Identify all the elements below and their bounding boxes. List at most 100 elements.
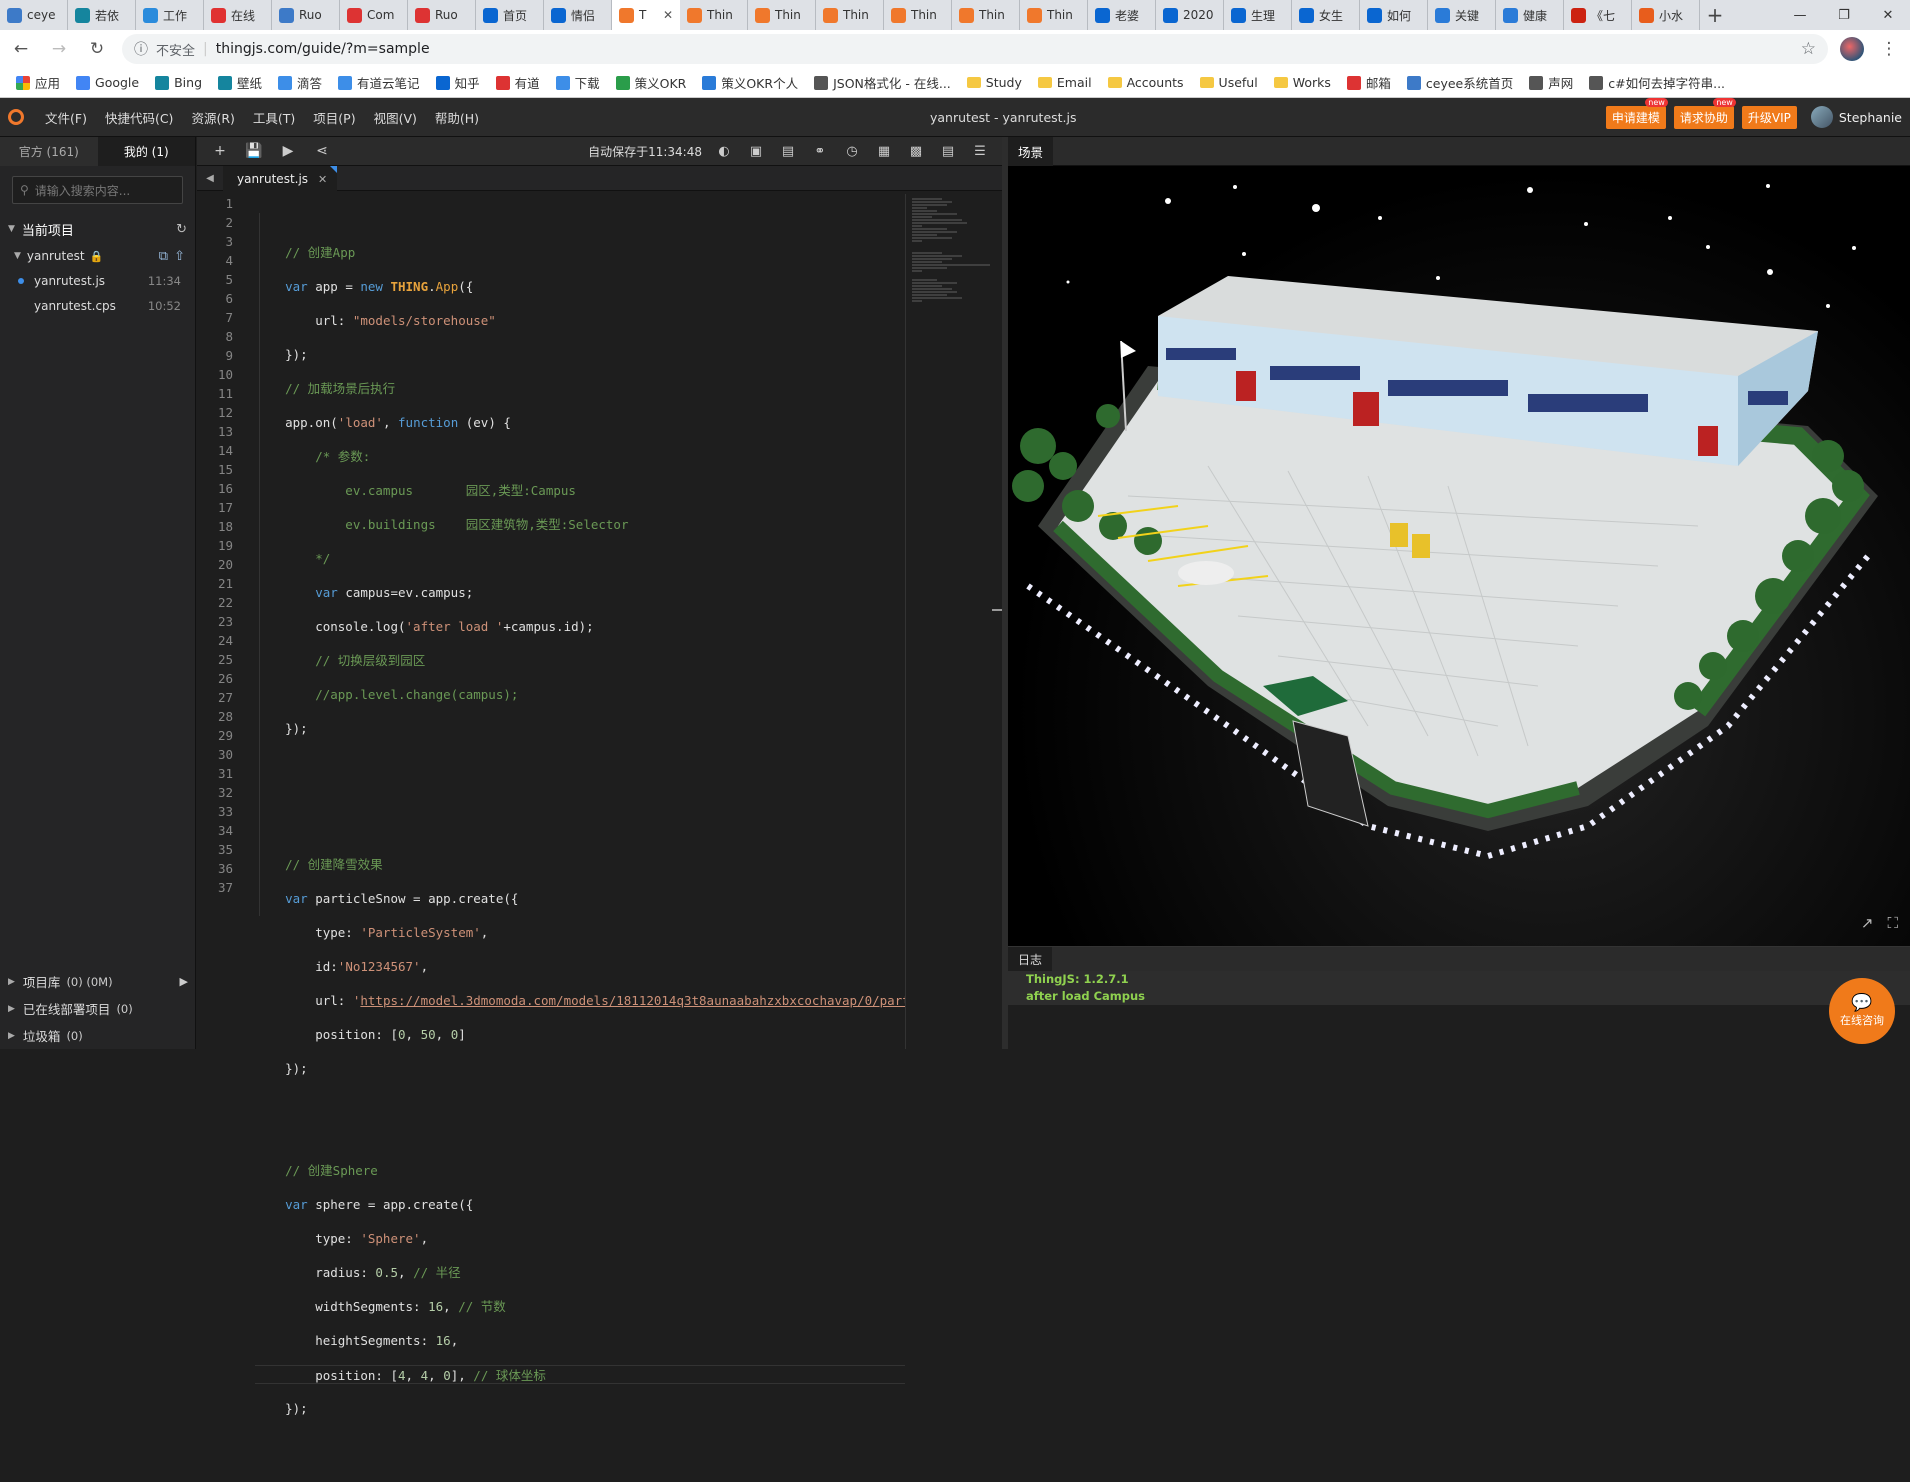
theme-toggle-icon[interactable]: ◐ — [708, 137, 740, 165]
bookmark-item[interactable]: 滴答 — [270, 70, 330, 96]
browser-tab[interactable]: 小水 — [1632, 0, 1700, 30]
bookmark-item[interactable]: 邮箱 — [1339, 70, 1399, 96]
info-icon[interactable]: ⓘ — [134, 39, 148, 59]
bookmark-item[interactable]: 下载 — [548, 70, 608, 96]
browser-tab[interactable]: Ruo — [272, 0, 340, 30]
save-icon[interactable]: 💾 — [237, 137, 271, 165]
browser-tab[interactable]: Ruo — [408, 0, 476, 30]
bookmark-item[interactable]: c#如何去掉字符串... — [1581, 70, 1733, 96]
browser-tab[interactable]: 如何 — [1360, 0, 1428, 30]
browser-tab[interactable]: Com — [340, 0, 408, 30]
upgrade-vip-button[interactable]: 升级VIP — [1741, 105, 1797, 129]
expand-arrow-icon[interactable]: ▶ — [180, 975, 188, 988]
browser-tab[interactable]: T ✕ — [612, 0, 680, 30]
document-icon[interactable]: ▤ — [932, 137, 964, 165]
browser-tab[interactable]: 女生 — [1292, 0, 1360, 30]
left-section-row[interactable]: ▶ 项目库 (0) (0M) ▶ — [0, 968, 196, 995]
browser-tab[interactable]: 《七 — [1564, 0, 1632, 30]
bookmark-item[interactable]: Google — [68, 70, 147, 96]
new-tab-button[interactable]: + — [1700, 0, 1730, 30]
browser-tab[interactable]: 老婆 — [1088, 0, 1156, 30]
bookmark-item[interactable]: JSON格式化 - 在线... — [806, 70, 959, 96]
browser-tab[interactable]: 关键 — [1428, 0, 1496, 30]
bookmark-item[interactable]: Study — [959, 70, 1030, 96]
url-text[interactable]: thingjs.com/guide/?m=sample — [216, 41, 430, 57]
refresh-icon[interactable]: ↻ — [176, 222, 187, 237]
omnibox[interactable]: ⓘ 不安全 | thingjs.com/guide/?m=sample ☆ — [122, 34, 1828, 64]
menu-item[interactable]: 工具(T) — [244, 108, 304, 127]
book-icon[interactable]: ▤ — [772, 137, 804, 165]
add-icon[interactable]: + — [203, 137, 237, 165]
bookmark-item[interactable]: 应用 — [8, 70, 68, 96]
browser-tab[interactable]: ceye — [0, 0, 68, 30]
restore-button[interactable]: ❐ — [1822, 0, 1866, 30]
browser-tab[interactable]: Thin — [748, 0, 816, 30]
user-menu[interactable]: Stephanie — [1810, 106, 1902, 128]
editor-scrollbar[interactable] — [992, 194, 1002, 1049]
bookmark-item[interactable]: 有道云笔记 — [330, 70, 428, 96]
menu-item[interactable]: 快捷代码(C) — [96, 108, 182, 127]
menu-item[interactable]: 视图(V) — [365, 108, 426, 127]
browser-tab[interactable]: 工作 — [136, 0, 204, 30]
browser-menu-icon[interactable]: ⋮ — [1876, 36, 1902, 62]
tab-mine[interactable]: 我的 (1) — [97, 137, 195, 166]
clock-icon[interactable]: ◷ — [836, 137, 868, 165]
file-row[interactable]: yanrutest.cps 10:52 — [0, 293, 195, 318]
bookmark-item[interactable]: Useful — [1192, 70, 1266, 96]
bookmark-item[interactable]: 壁纸 — [210, 70, 270, 96]
share-icon[interactable]: ⇧ — [174, 249, 185, 264]
bookmark-item[interactable]: 声网 — [1521, 70, 1581, 96]
code-area[interactable]: 1 2 3 4 5 6 7 8 9 10 11 12 13 14 15 16 17 18 19 20 21 22 23 2… — [197, 194, 905, 1416]
left-section-row[interactable]: ▶ 垃圾箱 (0) — [0, 1022, 196, 1049]
bookmark-item[interactable]: Accounts — [1100, 70, 1192, 96]
tab-scene[interactable]: 场景 — [1008, 136, 1054, 166]
new-file-icon[interactable]: ⧉ — [159, 249, 168, 264]
menu-item[interactable]: 资源(R) — [182, 108, 243, 127]
forward-button[interactable]: → — [46, 36, 72, 62]
bookmark-item[interactable]: 策义OKR — [608, 70, 695, 96]
bookmark-item[interactable]: Bing — [147, 70, 210, 96]
tab-log[interactable]: 日志 — [1008, 947, 1053, 971]
close-tab-icon[interactable]: ✕ — [663, 8, 673, 22]
browser-tab[interactable]: 情侣 — [544, 0, 612, 30]
minimap[interactable] — [905, 194, 990, 1049]
profile-avatar[interactable] — [1840, 37, 1864, 61]
file-tab-yanrutest[interactable]: yanrutest.js ✕ — [223, 165, 338, 191]
table-icon[interactable]: ▦ — [868, 137, 900, 165]
browser-tab[interactable]: 2020 — [1156, 0, 1224, 30]
browser-tab[interactable]: Thin — [816, 0, 884, 30]
menu-item[interactable]: 帮助(H) — [426, 108, 488, 127]
browser-tab[interactable]: Thin — [952, 0, 1020, 30]
browser-tab[interactable]: 在线 — [204, 0, 272, 30]
run-icon[interactable]: ▶ — [271, 137, 305, 165]
browser-tab[interactable]: 若依 — [68, 0, 136, 30]
project-row[interactable]: ▼ yanrutest 🔒 ⧉ ⇧ — [0, 244, 195, 268]
menu-item[interactable]: 文件(F) — [36, 108, 96, 127]
globe-icon[interactable]: ⚭ — [804, 137, 836, 165]
close-window-button[interactable]: ✕ — [1866, 0, 1910, 30]
search-input[interactable]: ⚲ 请输入搜索内容... — [12, 176, 183, 204]
code-lines[interactable]: // 创建App var app = new THING.App({ url: … — [255, 194, 905, 1482]
browser-tab[interactable]: Thin — [884, 0, 952, 30]
bookmark-item[interactable]: Email — [1030, 70, 1100, 96]
browser-tab[interactable]: Thin — [680, 0, 748, 30]
current-project-header[interactable]: ▼ 当前项目 ↻ — [0, 218, 195, 240]
browser-tab[interactable]: Thin — [1020, 0, 1088, 30]
bookmark-star-icon[interactable]: ☆ — [1801, 39, 1816, 59]
bookmark-item[interactable]: 知乎 — [428, 70, 488, 96]
back-button[interactable]: ← — [8, 36, 34, 62]
menu-item[interactable]: 项目(P) — [304, 108, 364, 127]
browser-tab[interactable]: 健康 — [1496, 0, 1564, 30]
share-icon[interactable]: ⋖ — [305, 137, 339, 165]
tab-official[interactable]: 官方 (161) — [0, 137, 98, 166]
3d-viewport[interactable]: ↗ ⛶ — [1008, 166, 1910, 946]
external-link-icon[interactable]: ↗ — [1861, 914, 1874, 932]
collapse-arrow-icon[interactable]: ◀ — [197, 173, 223, 184]
browser-tab[interactable]: 首页 — [476, 0, 544, 30]
image-icon[interactable]: ▩ — [900, 137, 932, 165]
bookmark-item[interactable]: 策义OKR个人 — [694, 70, 806, 96]
bookmark-item[interactable]: 有道 — [488, 70, 548, 96]
minimize-button[interactable]: — — [1778, 0, 1822, 30]
browser-tab[interactable]: 生理 — [1224, 0, 1292, 30]
file-row[interactable]: yanrutest.js 11:34 — [0, 268, 195, 293]
